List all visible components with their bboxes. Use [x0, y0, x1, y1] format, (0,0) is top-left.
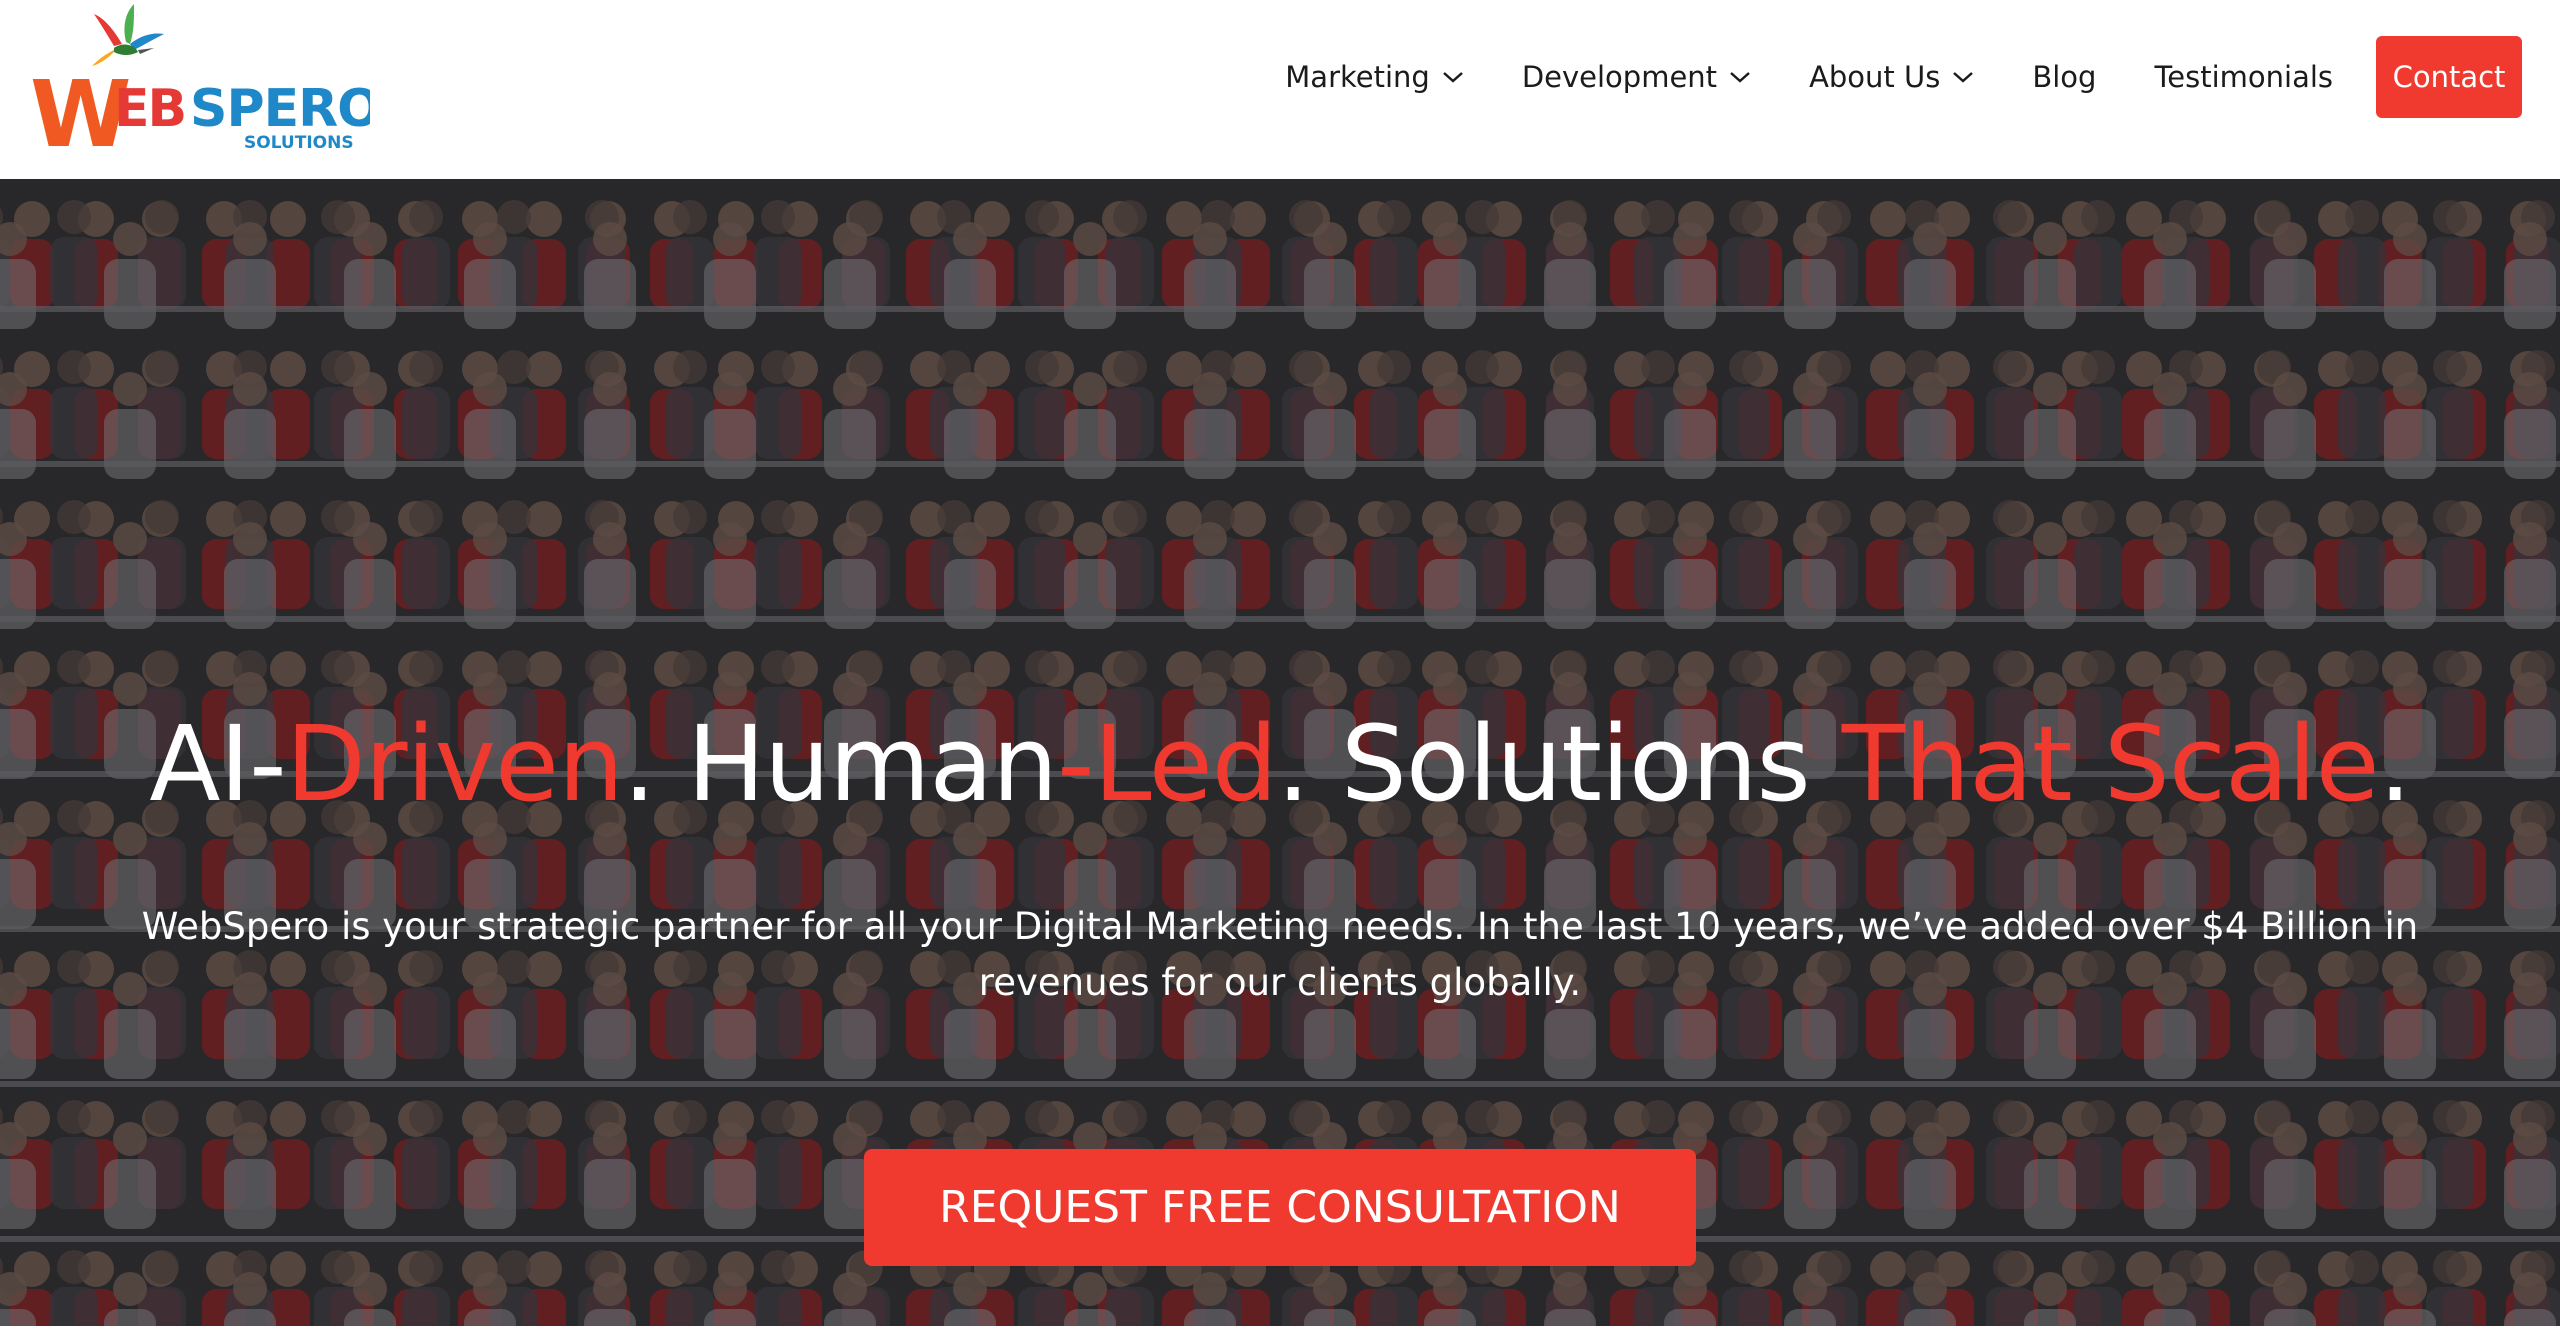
nav-item-testimonials[interactable]: Testimonials: [2154, 60, 2333, 94]
contact-button[interactable]: Contact: [2376, 36, 2522, 118]
chevron-down-icon: [1730, 72, 1750, 83]
nav-item-label: Marketing: [1285, 60, 1430, 94]
nav-item-label: Development: [1521, 60, 1718, 94]
nav-item-blog[interactable]: Blog: [2032, 60, 2096, 94]
svg-text:SOLUTIONS: SOLUTIONS: [244, 133, 354, 153]
headline-accent: -Led: [1057, 703, 1278, 825]
hero-subtext: WebSpero is your strategic partner for a…: [141, 905, 2419, 1004]
request-consultation-button[interactable]: REQUEST FREE CONSULTATION: [864, 1149, 1696, 1266]
webspero-logo[interactable]: W EB SPERO SOLUTIONS: [30, 0, 370, 160]
nav-item-label: Blog: [2032, 60, 2097, 94]
chevron-down-icon: [1442, 72, 1463, 83]
nav-item-marketing[interactable]: Marketing: [1285, 60, 1464, 94]
headline-part: . Solutions: [1276, 703, 1842, 825]
svg-text:EB: EB: [114, 79, 185, 139]
headline-accent: That Scale: [1841, 703, 2380, 825]
nav-item-about-us[interactable]: About Us: [1809, 60, 1974, 94]
headline-part: . Human: [622, 703, 1058, 825]
hero-section: AI-Driven. Human-Led. Solutions That Sca…: [0, 179, 2560, 1326]
nav-item-label: About Us: [1809, 60, 1941, 94]
nav-item-development[interactable]: Development: [1522, 60, 1751, 94]
headline-accent: Driven: [285, 703, 624, 825]
nav-item-label: Testimonials: [2154, 60, 2333, 94]
headline-part: AI-: [149, 703, 286, 825]
hero-headline: AI-Driven. Human-Led. Solutions That Sca…: [0, 703, 2560, 825]
main-nav: Marketing Development About Us Blog Test…: [1285, 36, 2522, 118]
svg-text:SPERO: SPERO: [190, 79, 370, 139]
chevron-down-icon: [1953, 72, 1974, 83]
hummingbird-icon: [92, 4, 164, 66]
headline-part: .: [2378, 703, 2412, 825]
site-header: W EB SPERO SOLUTIONS Marketing Developme…: [0, 0, 2560, 179]
